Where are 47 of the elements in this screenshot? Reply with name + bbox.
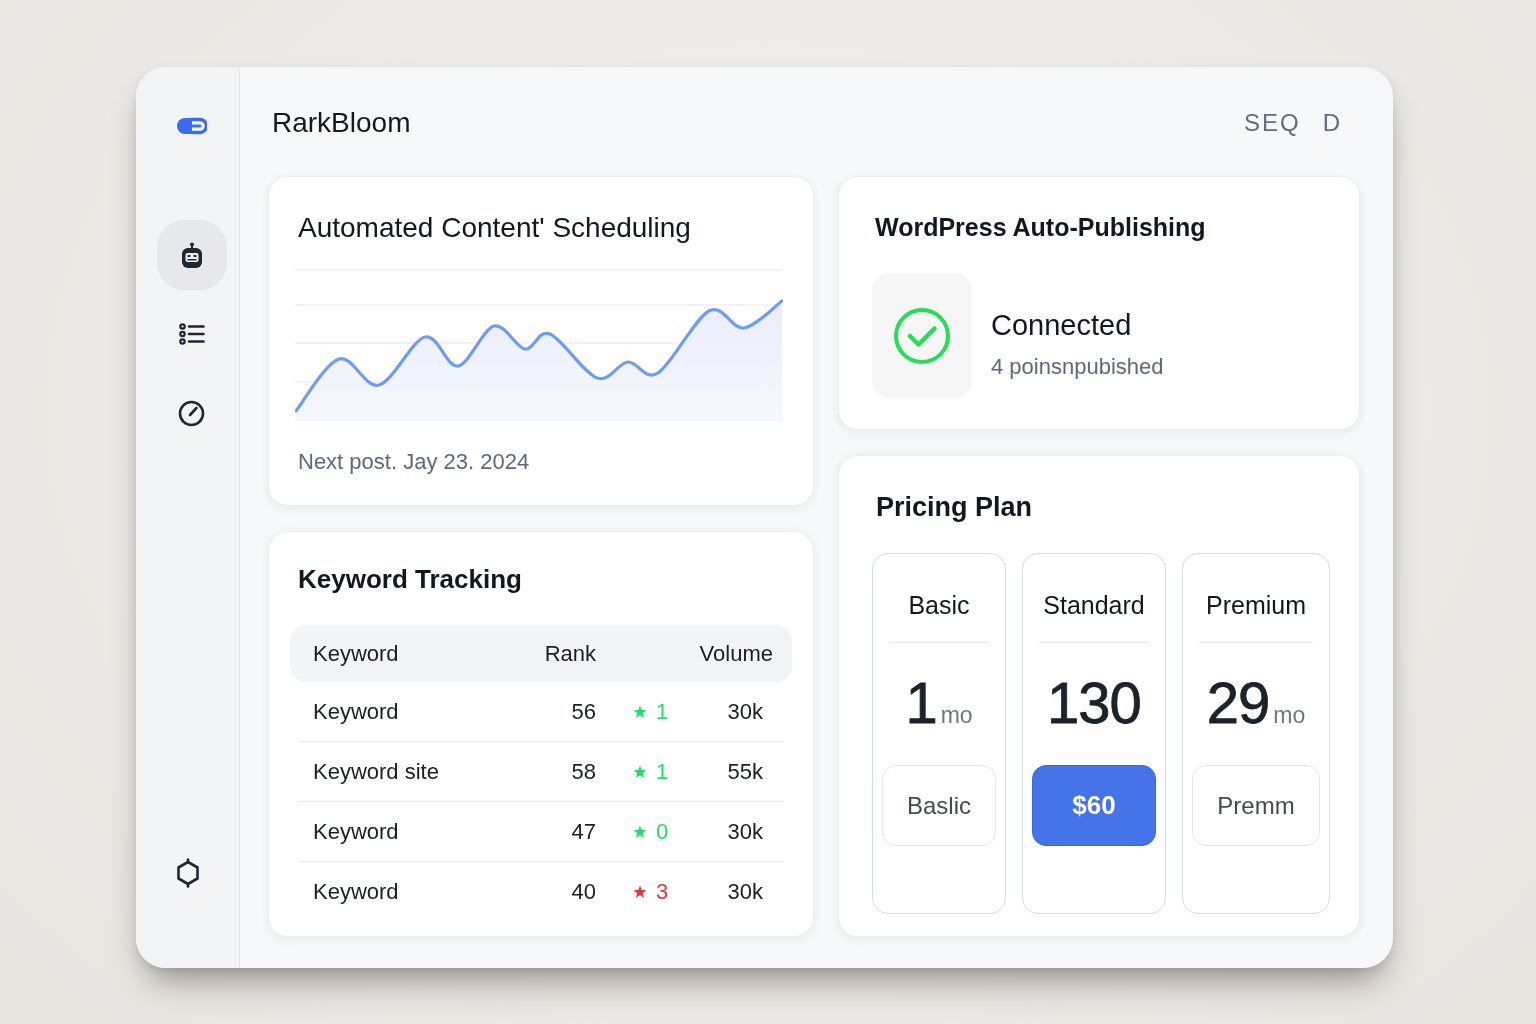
table-cell-text: 30k bbox=[726, 698, 763, 725]
header-label: SEQ bbox=[1243, 109, 1301, 137]
plan-price: 29 bbox=[1206, 673, 1270, 733]
rank-change: 0 bbox=[656, 818, 669, 845]
table-cell-text: Keyword site bbox=[313, 758, 440, 785]
table-cell-text: 47 bbox=[570, 818, 596, 845]
table-cell-text: 40 bbox=[570, 878, 596, 905]
column-header: Volume bbox=[698, 640, 773, 667]
card-title: Keyword Tracking bbox=[298, 563, 523, 596]
card-title: Pricing Plan bbox=[876, 491, 1034, 524]
rank-change: 1 bbox=[656, 758, 669, 785]
check-circle-icon bbox=[893, 306, 951, 365]
rank-change: 1 bbox=[656, 698, 669, 725]
next-post-text: Next post. Jay 23. 2024 bbox=[298, 448, 531, 476]
table-cell-text: Keyword bbox=[313, 698, 400, 725]
price-unit: mo bbox=[940, 702, 973, 729]
status-title: Connected bbox=[991, 308, 1133, 343]
card-title: WordPress Auto-Publishing bbox=[875, 212, 1207, 243]
plan-name: Basic bbox=[907, 590, 971, 621]
table-cell-text: 55k bbox=[726, 758, 763, 785]
table-cell-text: Keyword bbox=[313, 818, 400, 845]
table-cell-text: 58 bbox=[570, 758, 596, 785]
app-title: RarkBloom bbox=[272, 107, 411, 139]
plan-name: Standard bbox=[1042, 590, 1146, 621]
table-cell-text: Keyword bbox=[313, 878, 400, 905]
plan-button[interactable]: Premm bbox=[1192, 765, 1320, 846]
rank-change: 3 bbox=[656, 878, 669, 905]
status-detail: 4 poinsnpubished bbox=[991, 353, 1164, 381]
column-header: Rank bbox=[543, 640, 596, 667]
table-cell-text: 30k bbox=[726, 818, 763, 845]
hexagon-icon[interactable] bbox=[175, 858, 200, 888]
plan-price: 1 bbox=[905, 673, 937, 733]
table-cell-text: 30k bbox=[726, 878, 763, 905]
table-cell-text: 56 bbox=[570, 698, 596, 725]
list-icon bbox=[178, 323, 205, 345]
plan-button[interactable]: Baslic bbox=[882, 765, 996, 846]
plan-button[interactable]: $60 bbox=[1032, 765, 1156, 846]
nav-button[interactable] bbox=[156, 220, 227, 290]
column-header: Keyword bbox=[313, 640, 400, 667]
plan-price: 130 bbox=[1047, 673, 1141, 733]
card-title: Automated Content' Scheduling bbox=[298, 211, 692, 245]
logo-icon bbox=[176, 116, 207, 136]
plan-name: Premium bbox=[1205, 590, 1307, 621]
robot-icon bbox=[180, 241, 203, 269]
header-label: D bbox=[1322, 109, 1342, 137]
price-unit: mo bbox=[1273, 702, 1306, 729]
gauge-icon bbox=[178, 399, 205, 427]
